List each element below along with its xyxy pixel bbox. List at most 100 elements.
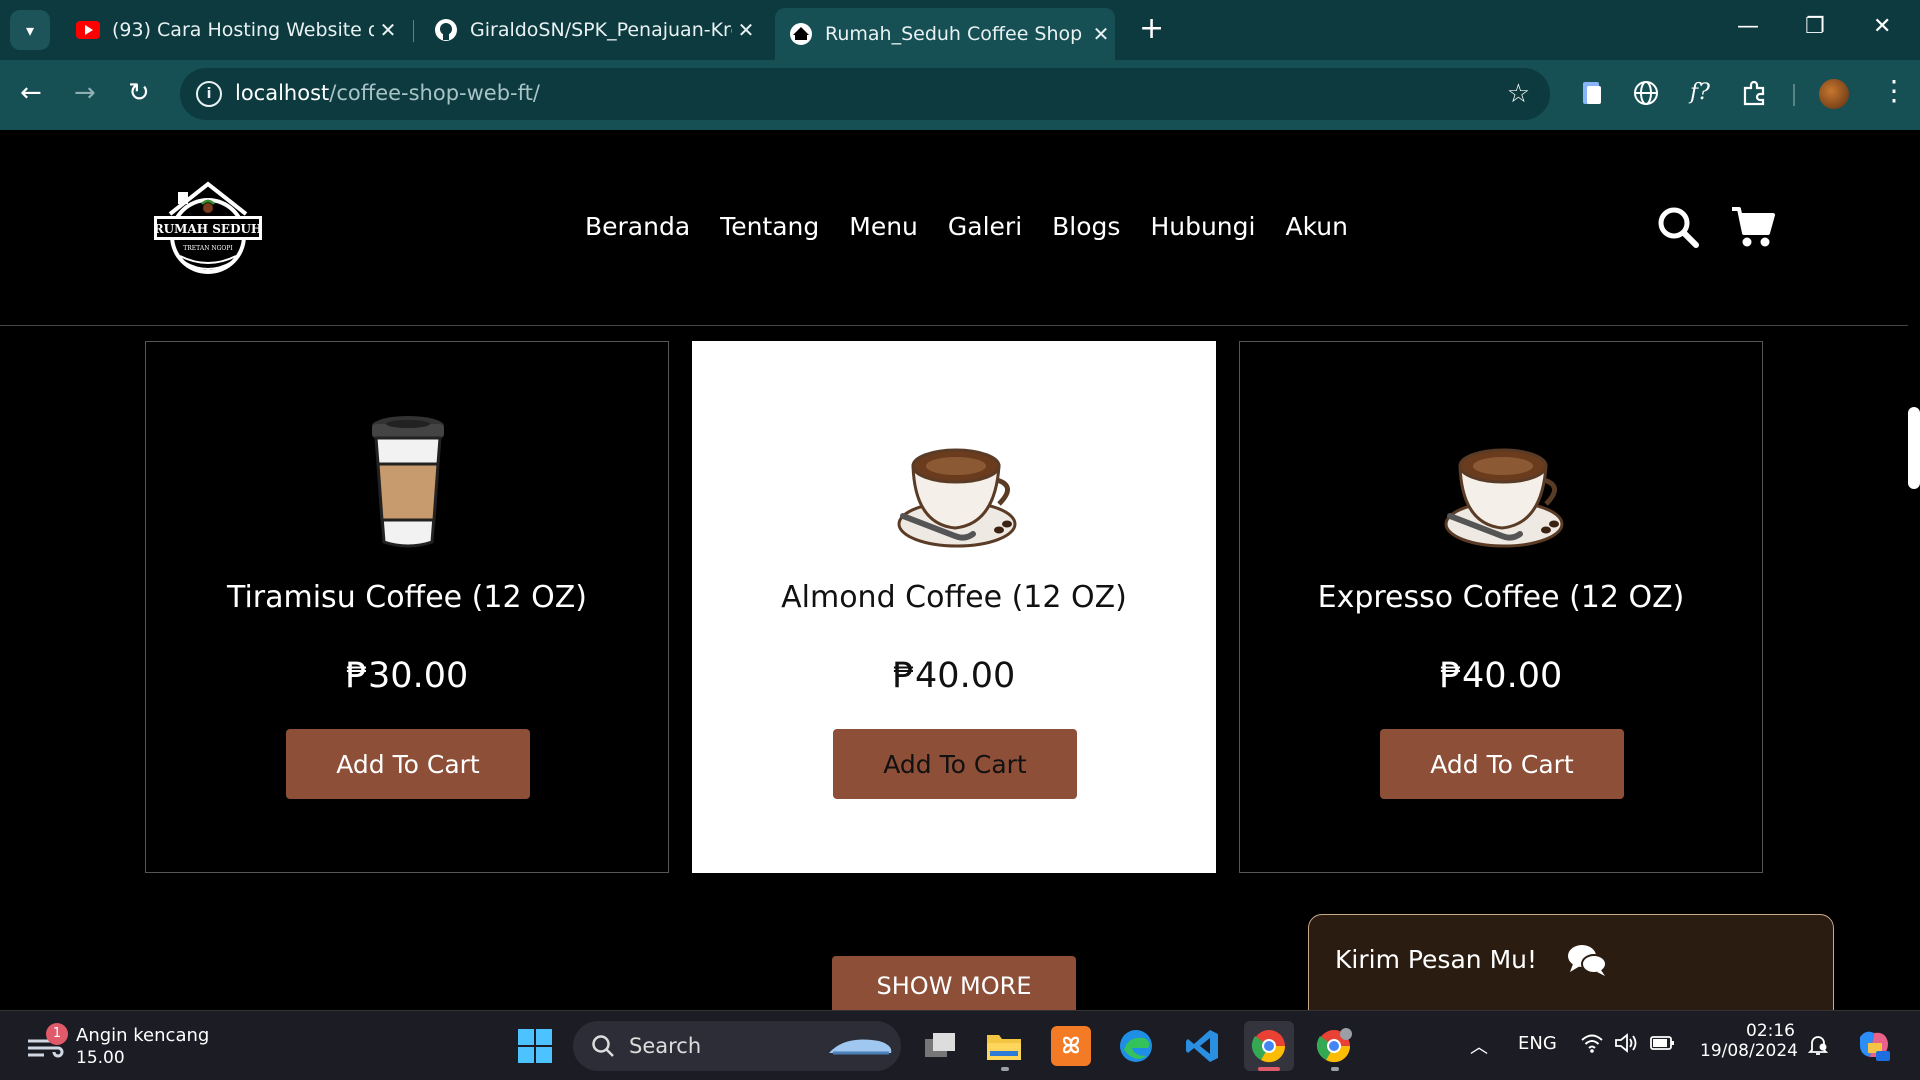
logo-text: RUMAH SEDUH (154, 222, 263, 236)
search-icon[interactable] (1656, 205, 1700, 249)
product-price: ₱40.00 (1439, 656, 1563, 696)
toolbar-separator (1793, 84, 1795, 106)
browser-menu-icon[interactable]: ⋮ (1880, 74, 1908, 107)
weather-widget[interactable]: 1 Angin kencang 15.00 (26, 1023, 226, 1069)
windows-taskbar: 1 Angin kencang 15.00 Search ꕤ ︿ ENG 02:… (0, 1010, 1920, 1080)
taskbar-search[interactable]: Search (573, 1021, 901, 1071)
minimize-icon[interactable]: — (1737, 14, 1759, 39)
running-indicator (1001, 1067, 1009, 1071)
task-view-icon[interactable] (920, 1026, 960, 1066)
xampp-icon[interactable]: ꕤ (1051, 1026, 1091, 1066)
product-name: Tiramisu Coffee (12 OZ) (227, 580, 587, 615)
new-tab-button[interactable]: + (1139, 14, 1164, 44)
edge-icon[interactable] (1116, 1026, 1156, 1066)
nav-hubungi[interactable]: Hubungi (1150, 212, 1255, 241)
youtube-icon (76, 18, 100, 42)
browser-tab-active[interactable]: Rumah_Seduh Coffee Shop ✕ (775, 8, 1115, 60)
search-icon (591, 1034, 615, 1058)
active-indicator (1258, 1067, 1280, 1071)
url-text[interactable]: localhost/coffee-shop-web-ft/ (235, 81, 540, 105)
tab-search-button[interactable]: ▾ (10, 10, 50, 50)
extension-font-icon[interactable]: f? (1686, 80, 1714, 108)
clock-time: 02:16 (1746, 1021, 1795, 1041)
nav-menu[interactable]: Menu (849, 212, 918, 241)
search-label: Search (629, 1034, 702, 1058)
nav-akun[interactable]: Akun (1285, 212, 1348, 241)
notification-badge: 1 (46, 1023, 68, 1045)
web-page: RUMAH SEDUH TRETAN NGOPI Beranda Tentang… (0, 130, 1920, 1010)
nav-tentang[interactable]: Tentang (720, 212, 819, 241)
nav-galeri[interactable]: Galeri (948, 212, 1022, 241)
volume-icon[interactable] (1614, 1033, 1638, 1058)
product-price: ₱40.00 (892, 656, 1016, 696)
browser-tab[interactable]: (93) Cara Hosting Website deng ✕ (62, 10, 402, 50)
notification-bell-icon[interactable] (1806, 1033, 1830, 1062)
restore-icon[interactable]: ❐ (1805, 14, 1825, 39)
show-more-button[interactable]: SHOW MORE (832, 956, 1076, 1010)
site-header: RUMAH SEDUH TRETAN NGOPI Beranda Tentang… (0, 130, 1908, 326)
clock-date: 19/08/2024 (1700, 1041, 1798, 1061)
product-card: Expresso Coffee (12 OZ) ₱40.00 Add To Ca… (1239, 341, 1763, 873)
windows-start-icon[interactable] (517, 1028, 553, 1064)
add-to-cart-button[interactable]: Add To Cart (833, 729, 1077, 799)
close-tab-icon[interactable]: ✕ (732, 18, 760, 42)
logo-subtext: TRETAN NGOPI (183, 245, 233, 252)
extensions-puzzle-icon[interactable] (1740, 80, 1768, 108)
url-host: localhost (235, 81, 330, 105)
takeaway-cup-icon (358, 412, 458, 552)
file-explorer-icon[interactable] (984, 1026, 1024, 1066)
product-name: Almond Coffee (12 OZ) (781, 580, 1127, 615)
extension-doc-icon[interactable] (1578, 80, 1606, 108)
profile-avatar[interactable] (1819, 79, 1849, 109)
coffee-cup-saucer-icon (895, 412, 1019, 552)
site-logo[interactable]: RUMAH SEDUH TRETAN NGOPI (150, 180, 266, 278)
close-window-icon[interactable]: ✕ (1873, 14, 1891, 39)
product-card: Almond Coffee (12 OZ) ₱40.00 Add To Cart (692, 341, 1216, 873)
github-icon (434, 18, 458, 42)
nav-beranda[interactable]: Beranda (585, 212, 690, 241)
browser-toolbar: ← → ↻ i localhost/coffee-shop-web-ft/ ☆ … (0, 60, 1920, 130)
back-icon[interactable]: ← (20, 78, 42, 108)
extension-globe-icon[interactable] (1632, 80, 1660, 108)
product-name: Expresso Coffee (12 OZ) (1317, 580, 1685, 615)
copilot-icon[interactable] (1856, 1027, 1892, 1068)
search-highlight-image (825, 1031, 895, 1061)
close-tab-icon[interactable]: ✕ (1087, 22, 1115, 46)
add-to-cart-button[interactable]: Add To Cart (286, 729, 530, 799)
chat-bubbles-icon (1567, 943, 1607, 977)
weather-title: Angin kencang (76, 1025, 210, 1046)
vscode-icon[interactable] (1182, 1026, 1222, 1066)
running-indicator (1331, 1067, 1339, 1071)
main-nav: Beranda Tentang Menu Galeri Blogs Hubung… (585, 212, 1348, 241)
chrome-icon-active[interactable] (1244, 1021, 1294, 1071)
address-bar[interactable]: i localhost/coffee-shop-web-ft/ ☆ (180, 68, 1550, 120)
coffee-favicon (789, 22, 813, 46)
wifi-icon[interactable] (1580, 1033, 1604, 1058)
nav-blogs[interactable]: Blogs (1052, 212, 1120, 241)
chat-label: Kirim Pesan Mu! (1335, 945, 1538, 974)
weather-value: 15.00 (76, 1048, 125, 1068)
product-price: ₱30.00 (345, 656, 469, 696)
browser-tab-bar: ▾ (93) Cara Hosting Website deng ✕ Giral… (0, 0, 1920, 60)
tab-title: (93) Cara Hosting Website deng (112, 19, 374, 41)
site-info-icon[interactable]: i (196, 81, 222, 107)
show-hidden-icons[interactable]: ︿ (1470, 1033, 1488, 1059)
page-scrollbar-thumb[interactable] (1908, 407, 1920, 489)
cart-icon[interactable] (1730, 205, 1776, 249)
chrome-profile-icon[interactable] (1314, 1026, 1354, 1066)
chat-widget[interactable]: Kirim Pesan Mu! (1308, 914, 1834, 1010)
battery-icon[interactable] (1650, 1033, 1676, 1058)
add-to-cart-button[interactable]: Add To Cart (1380, 729, 1624, 799)
tab-title: Rumah_Seduh Coffee Shop (825, 23, 1083, 45)
product-card: Tiramisu Coffee (12 OZ) ₱30.00 Add To Ca… (145, 341, 669, 873)
system-clock[interactable]: 02:16 19/08/2024 (1700, 1021, 1798, 1061)
url-path: /coffee-shop-web-ft/ (329, 81, 540, 105)
browser-tab[interactable]: GiraldoSN/SPK_Penajuan-Kredit ✕ (420, 10, 760, 50)
reload-icon[interactable]: ↻ (128, 78, 150, 108)
forward-icon[interactable]: → (74, 78, 96, 108)
language-indicator[interactable]: ENG (1518, 1033, 1557, 1054)
coffee-cup-saucer-icon (1442, 412, 1566, 552)
tab-title: GiraldoSN/SPK_Penajuan-Kredit (470, 19, 732, 41)
close-tab-icon[interactable]: ✕ (374, 18, 402, 42)
bookmark-star-icon[interactable]: ☆ (1507, 79, 1530, 109)
